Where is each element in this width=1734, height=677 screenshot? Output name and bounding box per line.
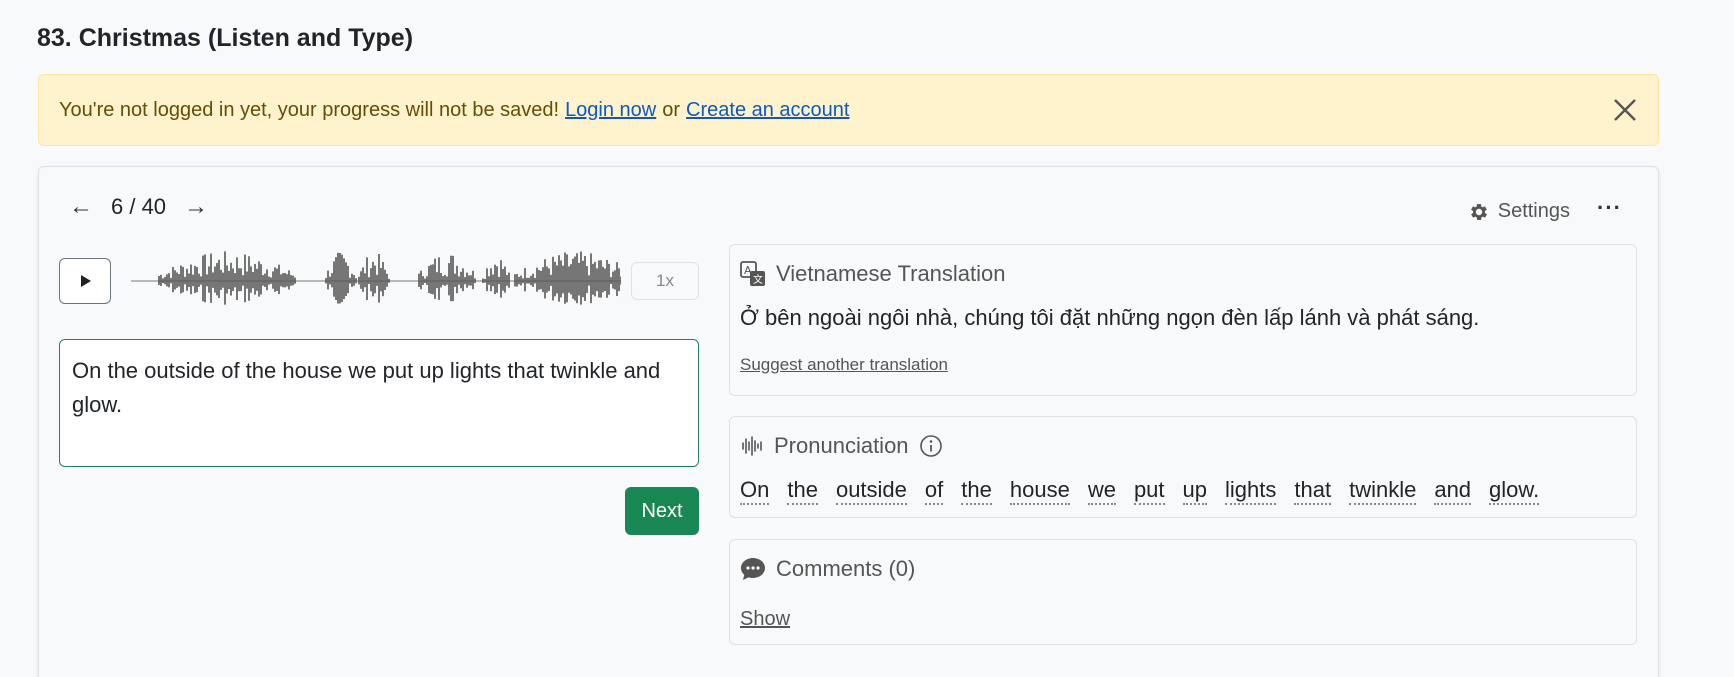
pronunciation-word[interactable]: that [1294,477,1332,505]
alert-message: You're not logged in yet, your progress … [59,98,560,121]
exercise-card: ← 6 / 40 → Settings ··· 1x On the outsid… [38,166,1659,677]
comments-title: Comments (0) [776,556,916,581]
more-options-button[interactable]: ··· [1597,195,1622,221]
alert-or-text: or [662,98,681,121]
audio-waveform[interactable] [131,245,621,317]
pronunciation-panel: Pronunciation On the outside of the house we pu… [729,416,1637,518]
sentence-nav: ← 6 / 40 → [69,193,208,221]
pronunciation-word[interactable]: the [787,477,818,505]
soundwave-icon [742,436,762,456]
settings-button[interactable]: Settings [1468,200,1570,223]
settings-label: Settings [1497,200,1570,222]
pronunciation-word[interactable]: outside [835,477,907,505]
pronunciation-title: Pronunciation [774,433,909,458]
playback-speed-button[interactable]: 1x [631,262,699,300]
svg-text:文: 文 [753,273,763,286]
page-title: 83. Christmas (Listen and Type) [37,24,414,52]
login-warning-alert: You're not logged in yet, your progress … [38,74,1659,146]
pronunciation-word[interactable]: the [961,477,992,505]
pronunciation-word[interactable]: glow. [1489,477,1540,505]
translation-text: Ở bên ngoài ngôi nhà, chúng tôi đặt nhữn… [740,305,1480,330]
play-icon [81,275,91,287]
info-icon[interactable] [919,434,943,458]
comments-panel: Comments (0) Show [729,539,1637,645]
gear-icon [1470,203,1487,220]
pronunciation-word[interactable]: twinkle [1349,477,1417,505]
pronunciation-word[interactable]: On [740,477,770,505]
login-link[interactable]: Login now [565,99,656,122]
pronunciation-word[interactable]: of [924,477,944,505]
answer-textarea[interactable]: On the outside of the house we put up li… [59,339,699,467]
create-account-link[interactable]: Create an account [686,99,849,122]
pronunciation-words: On the outside of the house we put up lights that t… [740,477,1540,505]
suggest-translation-link[interactable]: Suggest another translation [740,355,948,375]
pronunciation-word[interactable]: put [1133,477,1165,505]
translation-title: Vietnamese Translation [776,261,1006,286]
play-button[interactable] [59,258,111,304]
pronunciation-word[interactable]: house [1009,477,1070,505]
show-comments-link[interactable]: Show [740,608,790,631]
close-icon[interactable] [1612,97,1638,123]
pronunciation-word[interactable]: we [1087,477,1116,505]
translation-panel: A 文 Vietnamese Translation Ở bên ngoài n… [729,244,1637,396]
chat-bubble-icon [741,558,765,580]
next-button[interactable]: Next [625,487,699,535]
next-arrow-icon[interactable]: → [184,193,208,221]
pronunciation-word[interactable]: and [1434,477,1472,505]
pronunciation-word[interactable]: lights [1225,477,1277,505]
pronunciation-word[interactable]: up [1182,477,1208,505]
sentence-counter: 6 / 40 [111,194,167,219]
prev-arrow-icon[interactable]: ← [69,193,93,221]
translate-icon: A 文 [740,261,765,286]
